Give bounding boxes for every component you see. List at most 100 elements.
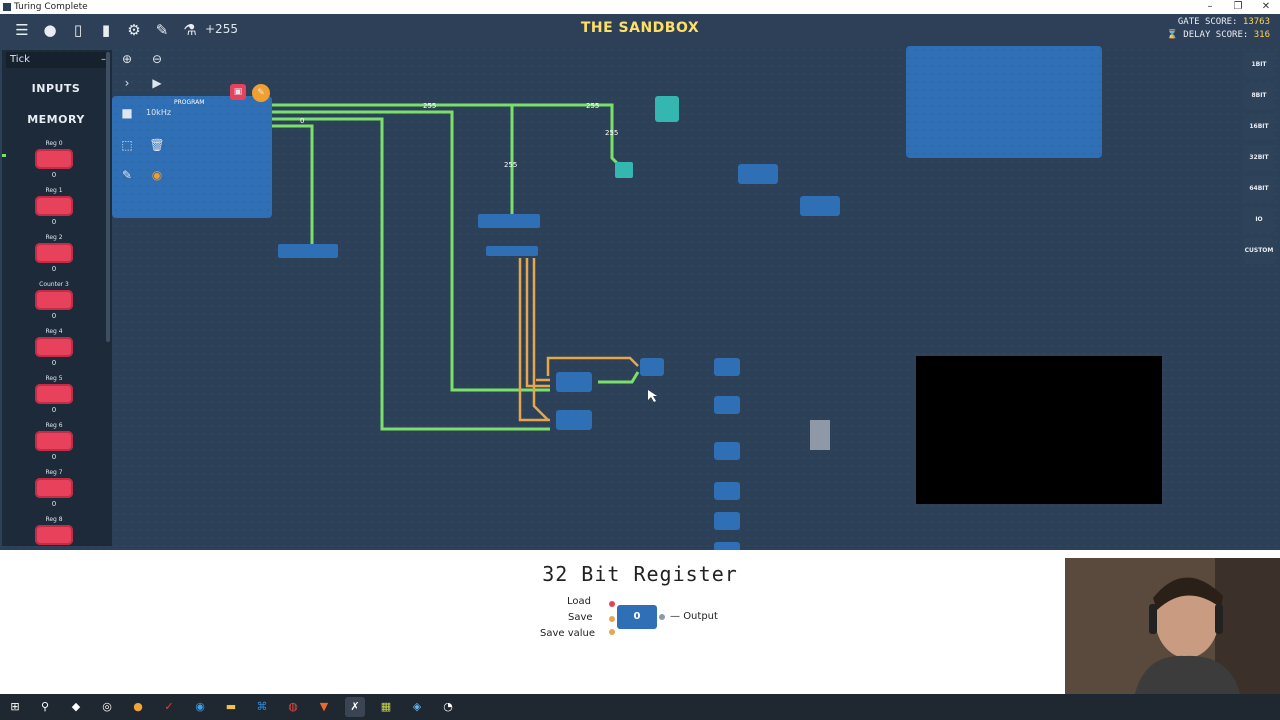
select-icon[interactable]: ⬚ bbox=[116, 134, 138, 156]
turing-complete-icon[interactable]: ✗ bbox=[345, 697, 365, 717]
register-item[interactable]: Reg 1 0 bbox=[32, 187, 76, 226]
save-icon[interactable]: ▮ bbox=[96, 20, 116, 40]
brave-icon[interactable]: ▼ bbox=[314, 697, 334, 717]
register-name: Reg 1 bbox=[45, 187, 63, 194]
delay-score-label: DELAY SCORE: bbox=[1183, 30, 1249, 40]
step-icon[interactable]: › bbox=[116, 72, 138, 94]
left-panel: Tick – INPUTS MEMORY Reg 0 0 Reg 1 0 Reg… bbox=[2, 50, 112, 546]
output-label: — Output bbox=[670, 611, 718, 622]
inputs-button[interactable]: INPUTS bbox=[6, 82, 106, 95]
gate-score-value: 13763 bbox=[1242, 17, 1270, 27]
pin-load-label: Load bbox=[567, 596, 591, 607]
register-name: Reg 4 bbox=[45, 328, 63, 335]
register-value: 0 bbox=[51, 218, 57, 226]
active-indicator bbox=[2, 154, 6, 157]
category-16bit[interactable]: 16BIT bbox=[1244, 114, 1274, 140]
category-io[interactable]: IO bbox=[1244, 207, 1274, 233]
menu-icon[interactable]: ☰ bbox=[12, 20, 32, 40]
register-item[interactable]: Reg 8 bbox=[32, 516, 76, 545]
register-value: 0 bbox=[51, 265, 57, 273]
register-bits bbox=[35, 243, 73, 263]
register-bits bbox=[35, 431, 73, 451]
app-icon-2[interactable]: ◎ bbox=[97, 697, 117, 717]
category-64bit[interactable]: 64BIT bbox=[1244, 176, 1274, 202]
page-title: THE SANDBOX bbox=[580, 20, 700, 36]
circuit-canvas[interactable]: PROGRAM 255 255 255 255 230 0 bbox=[0, 46, 1280, 550]
register-bits bbox=[35, 384, 73, 404]
stop-icon[interactable]: ■ bbox=[116, 102, 138, 124]
vscode-icon[interactable]: ⌘ bbox=[252, 697, 272, 717]
app-icon-1[interactable]: ◆ bbox=[66, 697, 86, 717]
wire-label-255c: 255 bbox=[605, 129, 618, 137]
folder-icon[interactable]: ▬ bbox=[221, 697, 241, 717]
display-screen[interactable] bbox=[916, 356, 1162, 504]
app-icon-4[interactable]: ✓ bbox=[159, 697, 179, 717]
delay-score-value: 316 bbox=[1253, 30, 1270, 40]
play-icon[interactable]: ▶ bbox=[146, 72, 168, 94]
delay-score: ⌛ DELAY SCORE: 316 bbox=[1167, 30, 1270, 40]
register-name: Reg 5 bbox=[45, 375, 63, 382]
circuit-drawing[interactable]: PROGRAM 255 255 255 255 230 0 bbox=[0, 46, 1280, 550]
maximize-button[interactable]: ❐ bbox=[1224, 0, 1252, 14]
record-icon[interactable]: ▣ bbox=[230, 84, 246, 100]
ram-component[interactable] bbox=[906, 46, 1102, 158]
close-button[interactable]: ✕ bbox=[1252, 0, 1280, 14]
window-titlebar: Turing Complete – ❐ ✕ bbox=[0, 0, 1280, 14]
byte-component[interactable] bbox=[278, 244, 338, 258]
app-icon-8[interactable]: ◔ bbox=[438, 697, 458, 717]
memory-button[interactable]: MEMORY bbox=[6, 113, 106, 126]
register-item[interactable]: Reg 0 0 bbox=[32, 140, 76, 179]
pencil-icon[interactable]: ✎ bbox=[116, 164, 138, 186]
maker-component[interactable] bbox=[486, 246, 538, 256]
hourglass-icon: ⌛ bbox=[1166, 30, 1178, 40]
load-pin bbox=[609, 601, 615, 607]
register-bits bbox=[35, 337, 73, 357]
register-item[interactable]: Reg 5 0 bbox=[32, 375, 76, 414]
chat-icon[interactable]: ● bbox=[40, 20, 60, 40]
category-32bit[interactable]: 32BIT bbox=[1244, 145, 1274, 171]
minimize-button[interactable]: – bbox=[1196, 0, 1224, 14]
wire-label-255b: 255 bbox=[586, 102, 599, 110]
output-label-text: Output bbox=[683, 611, 718, 622]
document-icon[interactable]: ▯ bbox=[68, 20, 88, 40]
register-name: Reg 0 bbox=[45, 140, 63, 147]
app-icon-3[interactable]: ● bbox=[128, 697, 148, 717]
search-icon[interactable]: ⚲ bbox=[35, 697, 55, 717]
switch-component[interactable] bbox=[810, 420, 830, 450]
tick-dropdown[interactable]: Tick – bbox=[6, 52, 110, 68]
zoom-out-icon[interactable]: ⊖ bbox=[146, 48, 168, 70]
register-value: 0 bbox=[51, 453, 57, 461]
wrench-icon[interactable]: ✎ bbox=[152, 20, 172, 40]
register-bits bbox=[35, 525, 73, 545]
left-scrollbar[interactable] bbox=[106, 52, 110, 342]
register-item[interactable]: Reg 7 0 bbox=[32, 469, 76, 508]
window-title: Turing Complete bbox=[14, 2, 88, 12]
zoom-in-icon[interactable]: ⊕ bbox=[116, 48, 138, 70]
category-8bit[interactable]: 8BIT bbox=[1244, 83, 1274, 109]
app-icon-7[interactable]: ◈ bbox=[407, 697, 427, 717]
register-item[interactable]: Reg 2 0 bbox=[32, 234, 76, 273]
app-icon-6[interactable]: ▦ bbox=[376, 697, 396, 717]
speed-label[interactable]: 10kHz bbox=[146, 102, 171, 124]
gear-icon[interactable]: ⚙ bbox=[124, 20, 144, 40]
register-name: Reg 8 bbox=[45, 516, 63, 523]
delete-icon[interactable]: 🗑 bbox=[146, 134, 168, 156]
component-title: 32 Bit Register bbox=[542, 562, 738, 586]
wire-label-255d: 255 bbox=[504, 161, 517, 169]
wire-label-255a: 255 bbox=[423, 102, 436, 110]
app-icon-5[interactable]: ◉ bbox=[190, 697, 210, 717]
chrome-icon[interactable]: ◍ bbox=[283, 697, 303, 717]
category-custom[interactable]: CUSTOM bbox=[1244, 238, 1274, 264]
splitter-component[interactable] bbox=[478, 214, 540, 228]
category-1bit[interactable]: 1BIT bbox=[1244, 52, 1274, 78]
register-item[interactable]: Reg 6 0 bbox=[32, 422, 76, 461]
color-wheel-icon[interactable]: ◉ bbox=[146, 164, 168, 186]
pin-save-value-label: Save value bbox=[540, 628, 596, 639]
register-item[interactable]: Counter 3 0 bbox=[32, 281, 76, 320]
edit-icon[interactable]: ✎ bbox=[252, 84, 270, 102]
windows-start-icon[interactable]: ⊞ bbox=[5, 697, 25, 717]
register-value: 0 bbox=[51, 171, 57, 179]
register-item[interactable]: Reg 4 0 bbox=[32, 328, 76, 367]
save-value-pin bbox=[609, 629, 615, 635]
flask-icon[interactable]: ⚗ bbox=[180, 20, 200, 40]
